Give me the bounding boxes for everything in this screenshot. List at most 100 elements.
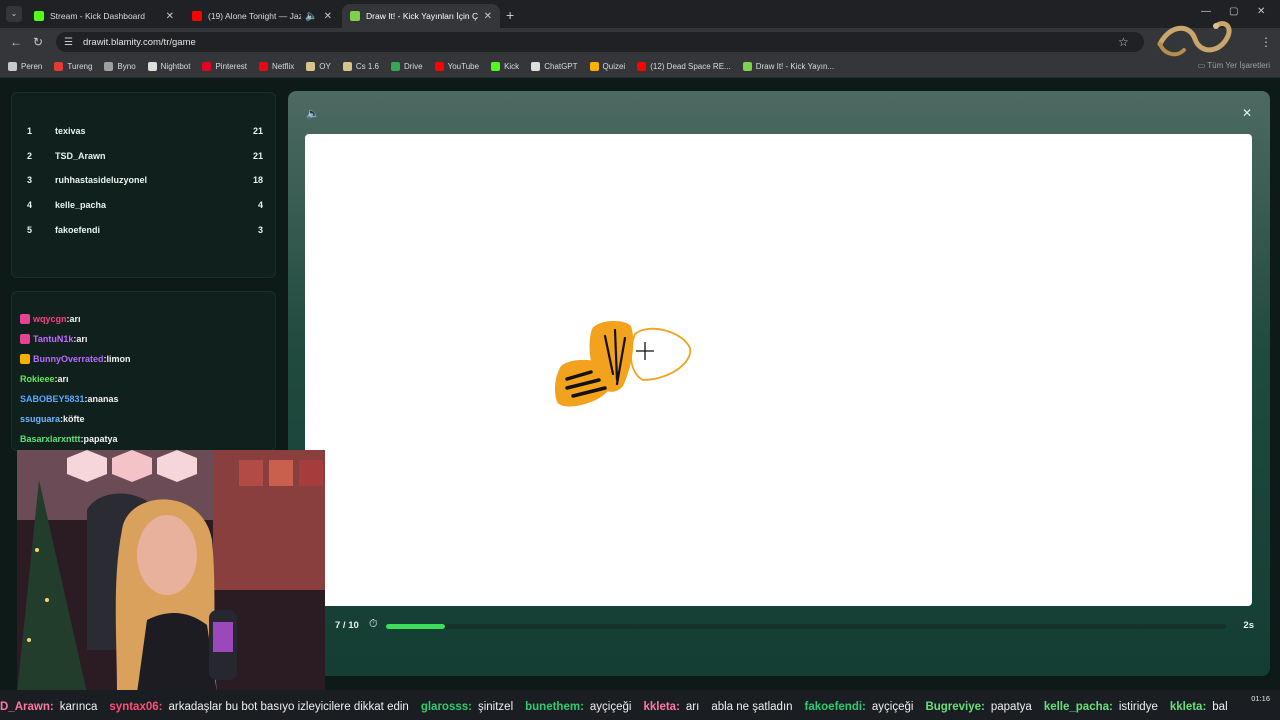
chat-text: arı — [69, 314, 81, 324]
drawing-game-panel: 🔈 ✕ 7 / 10 ⏱ 2s — [288, 91, 1270, 676]
tab-search-button[interactable]: ⌄ — [6, 6, 22, 22]
bookmark-item[interactable]: Drive — [390, 62, 423, 71]
reload-icon[interactable]: ↻ — [33, 35, 43, 49]
tab-drawit[interactable]: Draw It! - Kick Yayınları İçin Çiz ✕ — [342, 4, 500, 28]
ticker-item: bunethem: ayçiçeği — [525, 701, 632, 713]
bookmark-item[interactable]: OY — [306, 62, 331, 71]
drawing-canvas[interactable] — [305, 134, 1252, 606]
round-counter: 7 / 10 — [335, 620, 359, 631]
chat-message: BunnyOverrated: limon — [20, 354, 131, 364]
youtube-icon — [192, 11, 202, 21]
bookmark-star-icon[interactable]: ☆ — [1118, 35, 1129, 49]
bookmark-item[interactable]: Quizei — [589, 62, 625, 71]
chat-message: Basarxlarxnttt: papatya — [20, 434, 118, 444]
close-icon[interactable]: ✕ — [1242, 106, 1252, 120]
bee-drawing — [554, 320, 691, 407]
site-info-icon[interactable]: ☰ — [64, 37, 73, 48]
chat-panel: wqycgn: arı TantuN1k: arı BunnyOverrated: lim… — [11, 291, 276, 451]
menu-kebab-icon[interactable]: ⋮ — [1260, 35, 1272, 49]
new-tab-button[interactable]: + — [506, 7, 514, 23]
bookmark-icon — [589, 62, 599, 71]
tab-close-icon[interactable]: ✕ — [166, 11, 174, 22]
bookmark-item[interactable]: ChatGPT — [531, 62, 578, 71]
bookmark-icon — [531, 62, 541, 71]
bookmark-icon — [306, 62, 316, 71]
browser-toolbar: ← ↻ ☰ drawit.blamity.com/tr/game ☆ ⋮ — [0, 28, 1280, 56]
leaderboard-row: 2 TSD_Arawn 21 — [27, 151, 263, 161]
back-arrow-icon[interactable]: ← — [10, 35, 22, 49]
chat-username[interactable]: SABOBEY5831 — [20, 394, 85, 404]
time-progress-fill — [386, 624, 445, 629]
chat-username[interactable]: Basarxlarxnttt — [20, 434, 81, 444]
ticker-item: abla ne şatladın — [711, 701, 793, 713]
chat-username[interactable]: ssuguara — [20, 414, 60, 424]
chat-badge-icon — [20, 354, 30, 364]
bookmark-icon — [202, 62, 212, 71]
tab-close-icon[interactable]: ✕ — [484, 11, 492, 22]
bookmark-item[interactable]: Tureng — [54, 62, 92, 71]
tab-kick-dashboard[interactable]: Stream - Kick Dashboard ✕ — [26, 4, 182, 28]
chat-text: papatya — [83, 434, 118, 444]
chat-ticker: D_Arawn: karınca syntax06: arkadaşlar bu bo… — [0, 697, 1280, 717]
bookmark-icon — [742, 62, 752, 71]
bookmark-item[interactable]: Draw It! - Kick Yayın... — [742, 62, 834, 71]
bookmark-item[interactable]: Netflix — [259, 62, 294, 71]
chat-badge-icon — [20, 314, 30, 324]
bookmark-item[interactable]: (12) Dead Space RE... — [637, 62, 731, 71]
bookmark-icon — [259, 62, 269, 71]
chat-message: TantuN1k: arı — [20, 334, 87, 344]
clock-time: 01:16 — [1251, 694, 1270, 703]
ticker-item: fakoefendi: ayçiçeği — [804, 701, 914, 713]
chat-text: ananas — [87, 394, 119, 404]
bookmark-item[interactable]: Cs 1.6 — [342, 62, 379, 71]
chat-message: wqycgn: arı — [20, 314, 81, 324]
bookmark-item[interactable]: Byno — [104, 62, 136, 71]
speaker-icon: 🔈 — [305, 10, 318, 22]
bookmark-icon — [104, 62, 114, 71]
bookmark-item[interactable]: Pinterest — [202, 62, 247, 71]
bookmark-icon — [54, 62, 64, 71]
chat-username[interactable]: Rokieee — [20, 374, 55, 384]
tab-youtube-jazz[interactable]: (19) Alone Tonight — Jazz I 🔈 ✕ — [184, 4, 340, 28]
chat-username[interactable]: TantuN1k — [33, 334, 73, 344]
bookmark-item[interactable]: Nightbot — [147, 62, 190, 71]
leaderboard-row: 4 kelle_pacha 4 — [27, 200, 263, 210]
url-text: drawit.blamity.com/tr/game — [82, 36, 196, 48]
bookmark-icon — [390, 62, 400, 71]
ticker-item: glarosss: şinitzel — [420, 701, 514, 713]
chat-text: limon — [106, 354, 131, 364]
leaderboard-panel: 1 texivas 21 2 TSD_Arawn 21 3 ruhhastasi… — [11, 92, 276, 278]
ticker-item: Bugreviye: papatya — [925, 701, 1032, 713]
kick-icon — [34, 11, 44, 21]
leaderboard-row: 5 fakoefendi 3 — [27, 225, 263, 235]
chat-badge-icon — [20, 334, 30, 344]
bookmark-icon — [434, 62, 444, 71]
close-window-icon[interactable]: ✕ — [1257, 6, 1265, 17]
bookmark-item[interactable]: Peren — [8, 62, 42, 71]
bookmark-icon — [491, 62, 501, 71]
bookmark-icon — [342, 62, 352, 71]
volume-icon[interactable]: 🔈 — [306, 107, 320, 120]
chat-message: Rokieee: arı — [20, 374, 69, 384]
tab-close-icon[interactable]: ✕ — [324, 11, 332, 22]
system-tray: 01:16 — [1251, 694, 1270, 703]
chat-message: SABOBEY5831: ananas — [20, 394, 119, 404]
ticker-item: kkleta: arı — [643, 701, 700, 713]
seconds-left: 2s — [1243, 620, 1254, 631]
address-bar[interactable]: ☰ drawit.blamity.com/tr/game — [56, 32, 1144, 52]
drawit-icon — [350, 11, 360, 21]
dragon-logo — [1157, 21, 1232, 57]
chat-text: arı — [76, 334, 88, 344]
ticker-item: syntax06: arkadaşlar bu bot basıyo izleyi… — [109, 701, 409, 713]
ticker-item: kkleta: bal — [1169, 701, 1228, 713]
ticker-item: D_Arawn: karınca — [0, 701, 98, 713]
webcam-feed — [17, 450, 325, 693]
bookmark-icon — [147, 62, 157, 71]
chat-username[interactable]: wqycgn — [33, 314, 67, 324]
leaderboard-row: 1 texivas 21 — [27, 126, 263, 136]
streamer-photo — [17, 450, 325, 693]
chat-username[interactable]: BunnyOverrated — [33, 354, 104, 364]
bookmarks-bar: Peren Tureng Byno Nightbot Pinterest Netflix O… — [0, 56, 1280, 78]
bookmark-item[interactable]: YouTube — [434, 62, 479, 71]
bookmark-item[interactable]: Kick — [491, 62, 519, 71]
